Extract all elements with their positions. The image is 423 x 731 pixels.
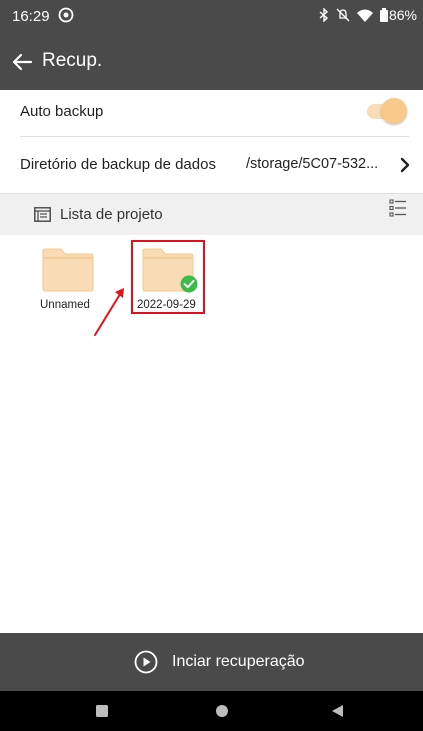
sync-icon — [58, 7, 74, 23]
backup-directory-value: /storage/5C07-532... — [246, 156, 379, 172]
page-title: Recup. — [42, 50, 103, 71]
auto-backup-label: Auto backup — [20, 103, 104, 120]
auto-backup-row: Auto backup — [0, 90, 423, 136]
check-circle-icon — [180, 275, 198, 293]
status-icons: 86% — [319, 7, 417, 23]
list-view-icon[interactable] — [389, 199, 407, 217]
folder-label: Unnamed — [40, 299, 90, 311]
toggle-knob — [381, 98, 407, 124]
battery-percent: 86% — [388, 7, 417, 23]
wifi-icon — [356, 9, 373, 22]
mute-icon — [336, 8, 350, 22]
status-time: 16:29 — [12, 8, 50, 25]
folder-2022-09-29[interactable]: 2022-09-29 — [136, 248, 202, 314]
back-arrow-icon[interactable] — [10, 50, 34, 74]
start-recovery-label: Inciar recuperação — [172, 653, 305, 670]
project-list-title: Lista de projeto — [60, 206, 163, 223]
project-list-header: Lista de projeto — [0, 193, 423, 235]
battery-icon — [379, 8, 388, 22]
back-icon[interactable] — [330, 703, 346, 719]
start-recovery-button[interactable]: Inciar recuperação — [0, 633, 423, 691]
home-icon[interactable] — [214, 703, 230, 719]
folder-label: 2022-09-29 — [137, 299, 196, 311]
annotation-arrow-icon — [94, 288, 124, 336]
backup-directory-label: Diretório de backup de dados — [20, 156, 216, 173]
bluetooth-icon — [319, 8, 328, 22]
status-bar: 16:29 86% — [0, 0, 423, 34]
auto-backup-toggle[interactable] — [365, 96, 407, 126]
list-document-icon — [34, 207, 51, 222]
navigation-bar — [0, 691, 423, 731]
play-circle-icon — [134, 650, 158, 674]
chevron-right-icon[interactable] — [397, 156, 413, 174]
recents-icon[interactable] — [94, 703, 110, 719]
folder-icon — [42, 248, 94, 292]
app-bar: Recup. — [0, 34, 423, 90]
